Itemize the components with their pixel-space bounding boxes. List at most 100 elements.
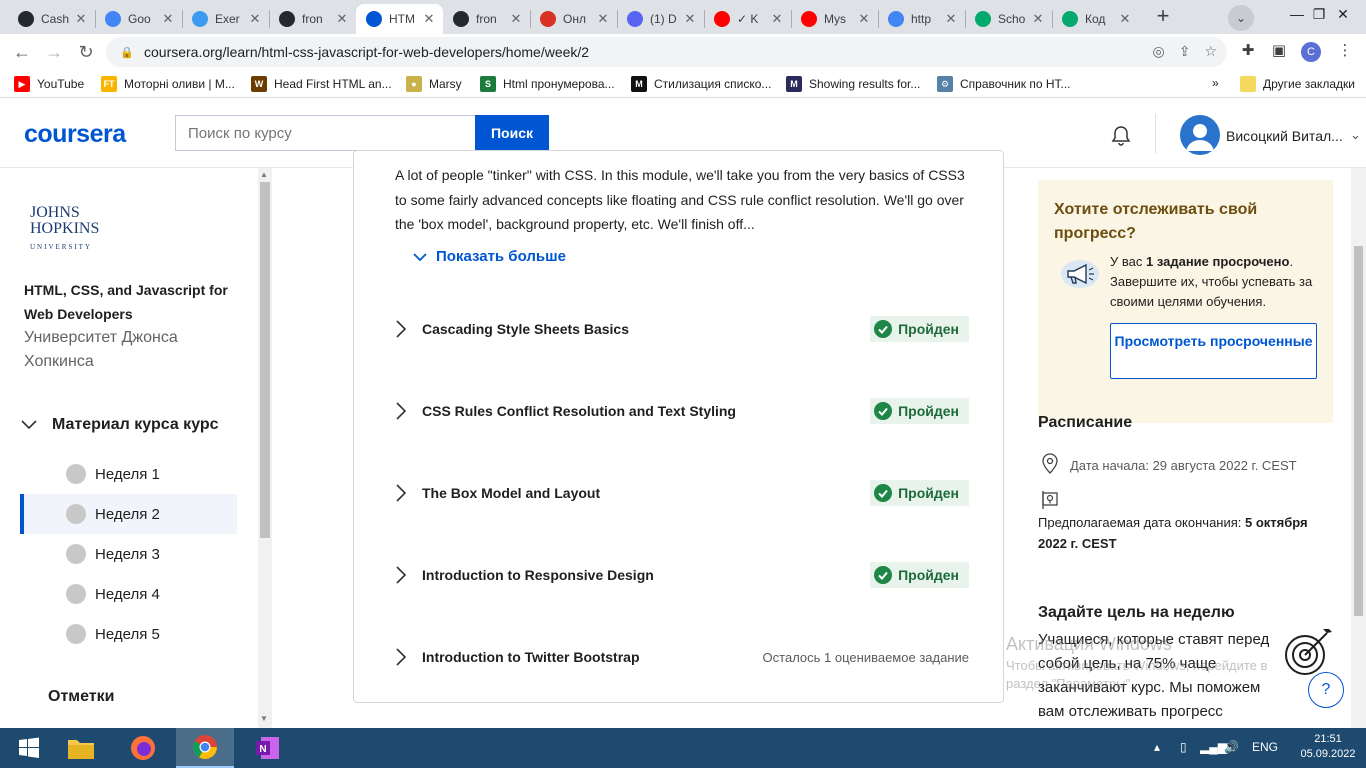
course-material-toggle[interactable]: Материал курса курс	[20, 416, 219, 434]
browser-tab[interactable]: (1) D ✕	[617, 4, 704, 34]
battery-icon[interactable]: ▯	[1180, 740, 1187, 754]
notifications-bell-icon[interactable]	[1109, 124, 1133, 148]
help-button[interactable]: ?	[1308, 672, 1344, 708]
close-tab-icon[interactable]: ✕	[595, 11, 611, 27]
close-tab-icon[interactable]: ✕	[769, 11, 785, 27]
browser-tab[interactable]: HTM ✕	[356, 4, 443, 34]
back-button[interactable]: ←	[10, 40, 34, 64]
search-button[interactable]: Поиск	[475, 115, 549, 151]
taskbar-clock[interactable]: 21:51 05.09.2022	[1300, 732, 1356, 762]
bookmark-item[interactable]: W Head First HTML an...	[251, 76, 392, 92]
bookmark-star-icon[interactable]: ☆	[1204, 43, 1217, 60]
close-tab-icon[interactable]: ✕	[856, 11, 872, 27]
lesson-row[interactable]: Introduction to Responsive Design Пройден	[394, 560, 969, 590]
bookmark-item[interactable]: ● Marsy	[406, 76, 462, 92]
schedule-title: Расписание	[1038, 414, 1133, 431]
onenote-taskbar-button[interactable]: N	[238, 728, 296, 768]
close-tab-icon[interactable]: ✕	[1117, 11, 1133, 27]
browser-tab[interactable]: Mys ✕	[791, 4, 878, 34]
volume-icon[interactable]: 🔊	[1224, 740, 1239, 754]
browser-tab[interactable]: Онл ✕	[530, 4, 617, 34]
bookmark-item[interactable]: M Стилизация списко...	[631, 76, 771, 92]
tray-overflow-icon[interactable]: ▴	[1154, 740, 1160, 754]
eye-off-icon[interactable]: ◎	[1152, 43, 1164, 60]
chrome-taskbar-button[interactable]	[176, 728, 234, 768]
windows-activation-subtitle: Чтобы активировать Windows, перейдите в …	[1006, 658, 1268, 691]
bookmark-item[interactable]: M Showing results for...	[786, 76, 920, 92]
chevron-down-icon	[413, 252, 427, 261]
view-overdue-button[interactable]: Просмотреть просроченные	[1110, 323, 1317, 379]
close-tab-icon[interactable]: ✕	[682, 11, 698, 27]
close-tab-icon[interactable]: ✕	[334, 11, 350, 27]
johns-hopkins-logo[interactable]: JOHNS HOPKINS UNIVERSITY	[30, 205, 105, 255]
close-tab-icon[interactable]: ✕	[160, 11, 176, 27]
course-search-input[interactable]	[175, 115, 475, 151]
lesson-row[interactable]: The Box Model and Layout Пройден	[394, 478, 969, 508]
lesson-row[interactable]: CSS Rules Conflict Resolution and Text S…	[394, 396, 969, 426]
sidebar-scroll-thumb[interactable]	[260, 182, 270, 538]
forward-button[interactable]: →	[42, 40, 66, 64]
browser-tab[interactable]: Scho ✕	[965, 4, 1052, 34]
user-avatar[interactable]	[1180, 115, 1220, 155]
bookmark-item[interactable]: FT Моторні оливи | M...	[101, 76, 235, 92]
sidebar-week-item[interactable]: Неделя 4	[20, 574, 237, 614]
close-tab-icon[interactable]: ✕	[508, 11, 524, 27]
close-tab-icon[interactable]: ✕	[943, 11, 959, 27]
extensions-icon[interactable]: ✚	[1237, 41, 1259, 59]
signal-icon[interactable]: ▂▄▆	[1200, 740, 1227, 754]
address-bar[interactable]: 🔒 coursera.org/learn/html-css-javascript…	[106, 37, 1227, 67]
tab-label: Mys	[824, 12, 846, 26]
scroll-up-arrow[interactable]: ▲	[260, 170, 268, 179]
mdn-icon: M	[786, 76, 802, 92]
file-explorer-taskbar-button[interactable]	[52, 728, 110, 768]
browser-tab[interactable]: fron ✕	[269, 4, 356, 34]
lesson-row[interactable]: Cascading Style Sheets Basics Пройден	[394, 314, 969, 344]
close-tab-icon[interactable]: ✕	[421, 11, 437, 27]
more-bookmarks-chevron[interactable]: »	[1212, 76, 1219, 90]
other-bookmarks[interactable]: Другие закладки	[1240, 76, 1355, 92]
browser-tab[interactable]: Exer ✕	[182, 4, 269, 34]
user-name[interactable]: Висоцкий Витал...	[1226, 128, 1343, 144]
lesson-row[interactable]: Introduction to Twitter Bootstrap Осталос…	[394, 642, 969, 672]
sidebar-week-item[interactable]: Неделя 5	[20, 614, 237, 654]
browser-tab[interactable]: fron ✕	[443, 4, 530, 34]
browser-tab[interactable]: Goo ✕	[95, 4, 182, 34]
sidebar-week-item[interactable]: Неделя 2	[20, 494, 237, 534]
menu-kebab-icon[interactable]: ⋮	[1334, 41, 1356, 59]
sidebar-week-item[interactable]: Неделя 3	[20, 534, 237, 574]
coursera-logo[interactable]: coursera	[24, 120, 126, 149]
google-icon	[888, 11, 904, 27]
scroll-down-arrow[interactable]: ▼	[260, 714, 268, 723]
language-indicator[interactable]: ENG	[1252, 740, 1278, 754]
show-more-button[interactable]: Показать больше	[412, 248, 566, 265]
bookmark-item[interactable]: ▶ YouTube	[14, 76, 84, 92]
grades-link[interactable]: Отметки	[48, 688, 114, 706]
sidebar-scrollbar[interactable]: ▲ ▼	[258, 168, 272, 728]
sidebar-week-item[interactable]: Неделя 1	[20, 454, 237, 494]
close-tab-icon[interactable]: ✕	[73, 11, 89, 27]
start-button[interactable]	[0, 728, 58, 768]
close-tab-icon[interactable]: ✕	[1030, 11, 1046, 27]
close-window-button[interactable]: ✕	[1320, 0, 1366, 30]
page-scrollbar[interactable]	[1351, 168, 1366, 728]
browser-tab[interactable]: ✓ K ✕	[704, 4, 791, 34]
firefox-taskbar-button[interactable]	[114, 728, 172, 768]
tab-label: Scho	[998, 12, 1026, 26]
completed-badge: Пройден	[870, 562, 969, 588]
side-panel-icon[interactable]: ▣	[1268, 41, 1290, 59]
browser-tab[interactable]: http ✕	[878, 4, 965, 34]
w3schools-icon	[975, 11, 991, 27]
page-scroll-thumb[interactable]	[1354, 246, 1363, 616]
share-icon[interactable]: ⇪	[1179, 43, 1191, 60]
bookmark-item[interactable]: S Html пронумерова...	[480, 76, 615, 92]
profile-avatar[interactable]: C	[1301, 42, 1321, 62]
week-label: Неделя 4	[95, 585, 160, 603]
reload-button[interactable]: ↻	[74, 40, 98, 64]
chevron-down-icon[interactable]: ⌄	[1350, 127, 1361, 143]
minimize-button[interactable]	[1228, 0, 1274, 30]
bookmark-item[interactable]: ⚙ Справочник по HT...	[937, 76, 1071, 92]
close-tab-icon[interactable]: ✕	[247, 11, 263, 27]
new-tab-button[interactable]: +	[1149, 4, 1177, 30]
browser-tab[interactable]: Cash ✕	[8, 4, 95, 34]
browser-tab[interactable]: Код ✕	[1052, 4, 1139, 34]
